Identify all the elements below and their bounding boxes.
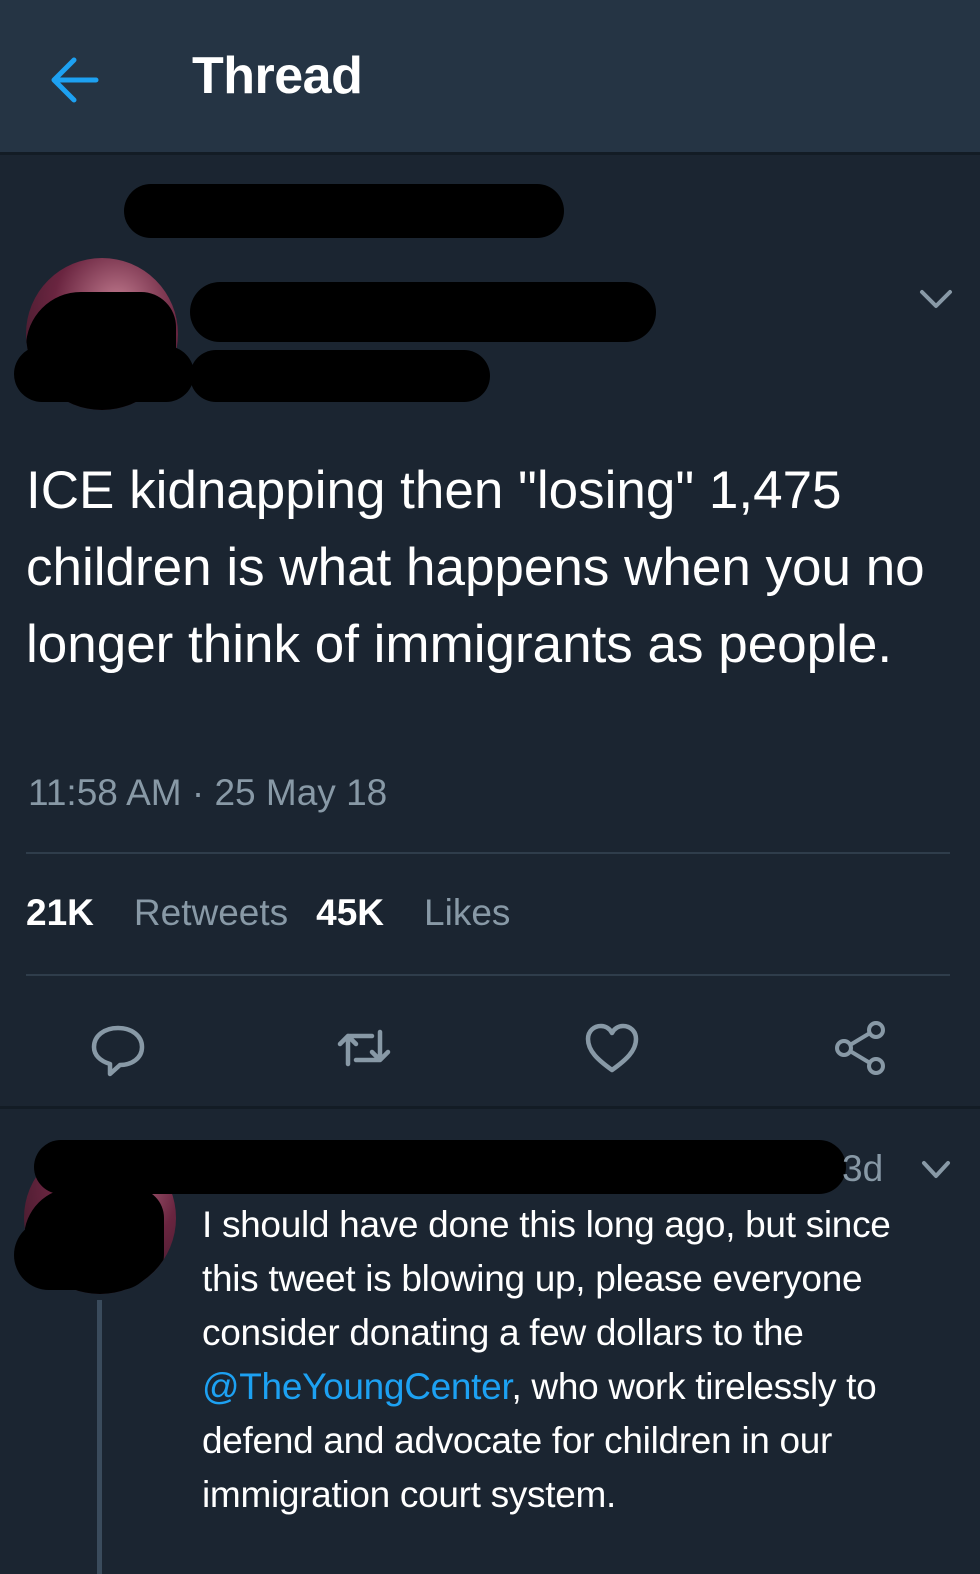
- redaction-mark: [14, 1220, 154, 1290]
- back-button[interactable]: [44, 48, 108, 112]
- share-button[interactable]: [830, 1018, 890, 1078]
- retweets-count[interactable]: 21K: [26, 892, 94, 933]
- likes-count[interactable]: 45K: [316, 892, 384, 933]
- redaction-mark: [190, 350, 490, 402]
- divider: [26, 974, 950, 976]
- arrow-left-icon: [51, 57, 99, 103]
- redaction-mark: [124, 184, 564, 238]
- retweet-icon: [337, 1029, 391, 1067]
- redaction-mark: [14, 346, 194, 402]
- tweet-timestamp[interactable]: 11:58 AM · 25 May 18: [28, 772, 387, 814]
- divider: [26, 852, 950, 854]
- chevron-down-icon[interactable]: [918, 286, 954, 312]
- tweet-stats: 21K Retweets 45K Likes: [26, 892, 538, 934]
- reply-button[interactable]: [88, 1018, 148, 1078]
- heart-icon: [585, 1023, 639, 1073]
- tweet-actions: [0, 1004, 980, 1088]
- retweets-label[interactable]: Retweets: [134, 892, 288, 933]
- share-icon: [835, 1021, 885, 1075]
- likes-label[interactable]: Likes: [424, 892, 510, 933]
- reply-timestamp[interactable]: 3d: [842, 1148, 883, 1190]
- chevron-down-icon[interactable]: [920, 1158, 952, 1182]
- redaction-mark: [34, 1140, 846, 1194]
- page-title: Thread: [192, 47, 363, 105]
- reply-text: I should have done this long ago, but si…: [202, 1198, 942, 1522]
- thread-connector-line: [97, 1300, 102, 1574]
- redaction-mark: [190, 282, 656, 342]
- reply-icon: [91, 1025, 145, 1077]
- retweet-button[interactable]: [334, 1018, 394, 1078]
- reply-text-part: I should have done this long ago, but si…: [202, 1204, 891, 1353]
- like-button[interactable]: [582, 1018, 642, 1078]
- header-bar: Thread: [0, 0, 980, 155]
- section-separator: [0, 1106, 980, 1109]
- mention-link[interactable]: @TheYoungCenter: [202, 1366, 512, 1407]
- tweet-text: ICE kidnapping then "losing" 1,475 child…: [26, 461, 925, 674]
